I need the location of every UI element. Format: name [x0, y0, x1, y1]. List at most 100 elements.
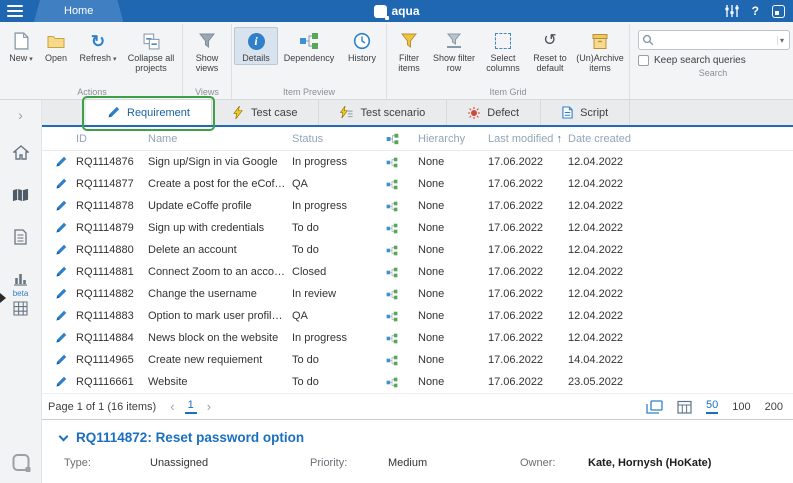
- requirement-row-icon: [46, 310, 76, 322]
- cell-name: Delete an account: [148, 244, 292, 256]
- header-date-created[interactable]: Date created: [568, 133, 658, 145]
- table-row[interactable]: RQ1114965 Create new requiement To do No…: [42, 349, 793, 371]
- show-views-icon: [199, 31, 215, 51]
- table-row[interactable]: RQ1116661 Website To do None 17.06.2022 …: [42, 371, 793, 393]
- flyout-arrow-icon[interactable]: [0, 293, 6, 303]
- ribbon: New Open Refresh Collapse all projects A…: [0, 22, 793, 100]
- table-header: ID Name Status Hierarchy Last modified ↑…: [42, 127, 793, 151]
- dependency-button[interactable]: Dependency: [278, 27, 340, 65]
- header-dependency-icon[interactable]: [366, 133, 418, 145]
- tab-script[interactable]: Script: [540, 100, 630, 125]
- group-label-views: Views: [185, 85, 229, 99]
- details-button[interactable]: i Details: [234, 27, 278, 65]
- sidebar-expand-icon[interactable]: [18, 108, 23, 122]
- analytics-chart-icon[interactable]: [13, 270, 28, 287]
- history-button[interactable]: History: [340, 27, 384, 65]
- table-row[interactable]: RQ1114880 Delete an account To do None 1…: [42, 239, 793, 261]
- select-columns-icon: [495, 31, 511, 51]
- requirement-row-icon: [46, 178, 76, 190]
- page-size-100[interactable]: 100: [732, 401, 750, 413]
- tab-test-scenario[interactable]: Test scenario: [318, 100, 446, 125]
- keep-search-queries-label: Keep search queries: [654, 55, 746, 66]
- help-button[interactable]: ?: [752, 4, 759, 18]
- hamburger-menu-icon[interactable]: [0, 0, 30, 22]
- page-size-200[interactable]: 200: [765, 401, 783, 413]
- table-row[interactable]: RQ1114878 Update eCoffe profile In progr…: [42, 195, 793, 217]
- select-columns-button[interactable]: Select columns: [479, 27, 527, 76]
- filter-items-button[interactable]: Filter items: [389, 27, 429, 76]
- search-input[interactable]: [654, 35, 777, 46]
- cell-hierarchy: None: [418, 178, 488, 190]
- app-window-icon[interactable]: [772, 5, 785, 18]
- cell-name: Create a post for the eCoffee invitation: [148, 178, 292, 190]
- cell-hierarchy: None: [418, 354, 488, 366]
- show-views-button[interactable]: Show views: [185, 27, 229, 76]
- home-icon[interactable]: [13, 144, 29, 161]
- table-row[interactable]: RQ1114879 Sign up with credentials To do…: [42, 217, 793, 239]
- cell-last-modified: 17.06.2022: [488, 354, 568, 366]
- group-label-item-grid: Item Grid: [389, 85, 627, 99]
- cell-hierarchy: None: [418, 222, 488, 234]
- header-hierarchy[interactable]: Hierarchy: [418, 133, 488, 145]
- table-row[interactable]: RQ1114882 Change the username In review …: [42, 283, 793, 305]
- header-status[interactable]: Status: [292, 133, 366, 145]
- open-button[interactable]: Open: [38, 27, 74, 65]
- detail-title[interactable]: RQ1114872: Reset password option: [42, 420, 793, 445]
- cell-status: To do: [292, 222, 366, 234]
- grid-table-icon[interactable]: [13, 300, 28, 317]
- new-button[interactable]: New: [4, 27, 38, 66]
- cell-id: RQ1114879: [76, 222, 148, 234]
- prev-page-icon[interactable]: ‹: [170, 399, 174, 414]
- show-filter-row-button[interactable]: Show filter row: [429, 27, 479, 76]
- collapse-all-projects-button[interactable]: Collapse all projects: [122, 27, 180, 76]
- cell-date-created: 12.04.2022: [568, 178, 658, 190]
- table-row[interactable]: RQ1114884 News block on the website In p…: [42, 327, 793, 349]
- cell-dependency-icon: [366, 245, 418, 256]
- tab-home[interactable]: Home: [34, 0, 123, 22]
- cell-date-created: 12.04.2022: [568, 310, 658, 322]
- collapse-icon: [143, 31, 160, 51]
- tab-test-case[interactable]: Test case: [211, 100, 318, 125]
- projects-map-icon[interactable]: [12, 186, 29, 203]
- keep-search-queries-checkbox[interactable]: [638, 55, 649, 66]
- table-row[interactable]: RQ1114883 Option to mark user profile in…: [42, 305, 793, 327]
- sliders-icon[interactable]: [725, 5, 739, 17]
- grid-view-icon[interactable]: [677, 400, 692, 414]
- tab-defect[interactable]: Defect: [446, 100, 540, 125]
- unarchive-items-button[interactable]: (Un)Archive items: [573, 27, 627, 76]
- cell-id: RQ1114882: [76, 288, 148, 300]
- cell-last-modified: 17.06.2022: [488, 156, 568, 168]
- cell-dependency-icon: [366, 311, 418, 322]
- cell-last-modified: 17.06.2022: [488, 244, 568, 256]
- header-name[interactable]: Name: [148, 133, 292, 145]
- cell-name: Connect Zoom to an account: [148, 266, 292, 278]
- requirement-icon: [107, 106, 120, 119]
- page-size-50[interactable]: 50: [706, 399, 718, 414]
- cell-date-created: 23.05.2022: [568, 376, 658, 388]
- cards-view-icon[interactable]: [646, 400, 663, 414]
- test-case-icon: [233, 106, 244, 119]
- detail-fields: Type: Unassigned Priority: Medium Owner:…: [42, 445, 793, 469]
- table-row[interactable]: RQ1114876 Sign up/Sign in via Google In …: [42, 151, 793, 173]
- cell-name: Sign up/Sign in via Google: [148, 156, 292, 168]
- ribbon-group-item-grid: Filter items Show filter row Select colu…: [387, 24, 630, 99]
- header-last-modified[interactable]: Last modified ↑: [488, 133, 568, 145]
- cell-id: RQ1114876: [76, 156, 148, 168]
- archive-box-icon: [592, 31, 608, 51]
- cell-status: In review: [292, 288, 366, 300]
- reset-to-default-button[interactable]: Reset to default: [527, 27, 573, 76]
- page-number[interactable]: 1: [185, 399, 197, 414]
- table-row[interactable]: RQ1114881 Connect Zoom to an account Clo…: [42, 261, 793, 283]
- table-row[interactable]: RQ1114877 Create a post for the eCoffee …: [42, 173, 793, 195]
- cell-dependency-icon: [366, 377, 418, 388]
- cell-dependency-icon: [366, 179, 418, 190]
- search-dropdown-icon[interactable]: ▾: [777, 36, 786, 45]
- tab-requirement[interactable]: Requirement: [86, 100, 211, 125]
- refresh-button[interactable]: Refresh: [74, 27, 122, 66]
- next-page-icon[interactable]: ›: [207, 399, 211, 414]
- cell-name: Create new requiement: [148, 354, 292, 366]
- header-id[interactable]: ID: [76, 133, 148, 145]
- aqua-logo-small-icon: [12, 454, 29, 471]
- reports-document-icon[interactable]: [14, 228, 27, 245]
- cell-dependency-icon: [366, 333, 418, 344]
